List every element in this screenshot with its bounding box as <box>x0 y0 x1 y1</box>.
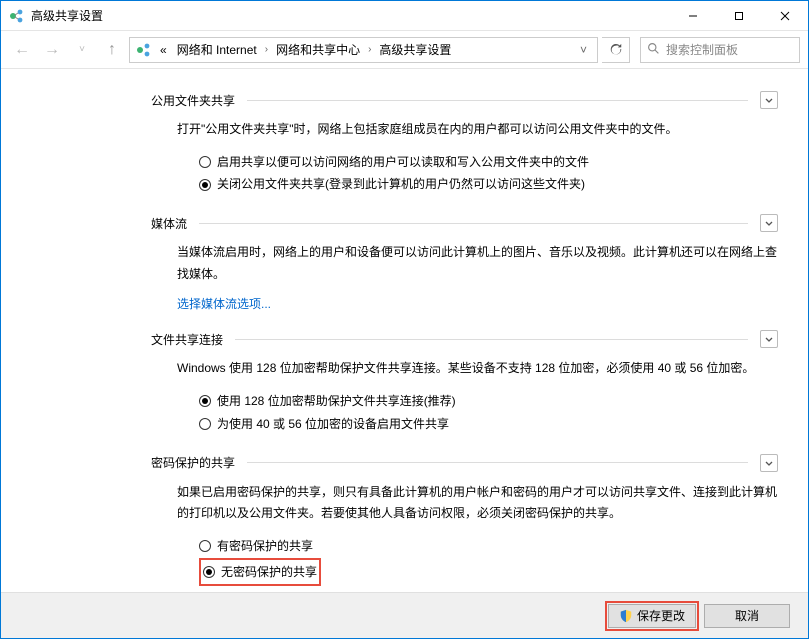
breadcrumb[interactable]: « 网络和 Internet › 网络和共享中心 › 高级共享设置 ˅ <box>129 37 598 63</box>
section-title: 文件共享连接 <box>151 331 223 348</box>
recent-dropdown[interactable]: ˅ <box>69 37 95 63</box>
shield-icon <box>619 609 633 623</box>
window-controls <box>670 1 808 30</box>
divider <box>199 223 748 224</box>
radio-label: 为使用 40 或 56 位加密的设备启用文件共享 <box>217 413 449 436</box>
search-icon <box>647 42 660 58</box>
section-title: 密码保护的共享 <box>151 454 235 471</box>
radio-label: 启用共享以便可以访问网络的用户可以读取和写入公用文件夹中的文件 <box>217 151 589 174</box>
section-title: 媒体流 <box>151 215 187 232</box>
refresh-button[interactable] <box>602 37 630 63</box>
radio-label: 关闭公用文件夹共享(登录到此计算机的用户仍然可以访问这些文件夹) <box>217 173 585 196</box>
collapse-button[interactable] <box>760 214 778 232</box>
main-content: 公用文件夹共享 打开"公用文件夹共享"时，网络上包括家庭组成员在内的用户都可以访… <box>1 69 808 592</box>
up-button[interactable]: ↑ <box>99 37 125 63</box>
radio-icon <box>199 395 211 407</box>
section-media: 媒体流 当媒体流启用时，网络上的用户和设备便可以访问此计算机上的图片、音乐以及视… <box>151 214 778 312</box>
radio-label: 有密码保护的共享 <box>217 535 313 558</box>
breadcrumb-item-1[interactable]: 网络和共享中心 <box>272 41 364 58</box>
cancel-button[interactable]: 取消 <box>704 604 790 628</box>
radio-icon <box>199 540 211 552</box>
collapse-button[interactable] <box>760 330 778 348</box>
minimize-button[interactable] <box>670 1 716 30</box>
radio-icon <box>199 156 211 168</box>
radio-label: 使用 128 位加密帮助保护文件共享连接(推荐) <box>217 390 456 413</box>
close-button[interactable] <box>762 1 808 30</box>
nav-bar: ← → ˅ ↑ « 网络和 Internet › 网络和共享中心 › 高级共享设… <box>1 31 808 69</box>
breadcrumb-item-0[interactable]: 网络和 Internet <box>173 41 261 58</box>
section-password: 密码保护的共享 如果已启用密码保护的共享，则只有具备此计算机的用户帐户和密码的用… <box>151 454 778 587</box>
section-desc: Windows 使用 128 位加密帮助保护文件共享连接。某些设备不支持 128… <box>177 358 778 380</box>
footer: 保存更改 取消 <box>1 592 808 638</box>
radio-public-on[interactable]: 启用共享以便可以访问网络的用户可以读取和写入公用文件夹中的文件 <box>199 151 778 174</box>
breadcrumb-dropdown[interactable]: ˅ <box>574 43 593 57</box>
section-desc: 如果已启用密码保护的共享，则只有具备此计算机的用户帐户和密码的用户才可以访问共享… <box>177 482 778 525</box>
radio-pw-off[interactable]: 无密码保护的共享 <box>199 558 321 587</box>
breadcrumb-icon <box>136 42 152 58</box>
radio-128bit[interactable]: 使用 128 位加密帮助保护文件共享连接(推荐) <box>199 390 778 413</box>
collapse-button[interactable] <box>760 454 778 472</box>
section-desc: 当媒体流启用时，网络上的用户和设备便可以访问此计算机上的图片、音乐以及视频。此计… <box>177 242 778 285</box>
button-label: 取消 <box>735 607 759 624</box>
search-placeholder: 搜索控制面板 <box>666 41 738 58</box>
app-icon <box>9 8 25 24</box>
radio-40-56bit[interactable]: 为使用 40 或 56 位加密的设备启用文件共享 <box>199 413 778 436</box>
radio-icon <box>199 179 211 191</box>
button-label: 保存更改 <box>637 607 685 624</box>
titlebar: 高级共享设置 <box>1 1 808 31</box>
chevron-right-icon: › <box>366 44 373 55</box>
radio-icon <box>199 418 211 430</box>
maximize-button[interactable] <box>716 1 762 30</box>
section-title: 公用文件夹共享 <box>151 92 235 109</box>
save-button[interactable]: 保存更改 <box>608 604 696 628</box>
radio-label: 无密码保护的共享 <box>221 561 317 584</box>
divider <box>247 100 748 101</box>
search-input[interactable]: 搜索控制面板 <box>640 37 800 63</box>
breadcrumb-prefix[interactable]: « <box>156 43 171 57</box>
section-desc: 打开"公用文件夹共享"时，网络上包括家庭组成员在内的用户都可以访问公用文件夹中的… <box>177 119 778 141</box>
chevron-right-icon: › <box>263 44 270 55</box>
radio-icon <box>203 566 215 578</box>
section-public-folder: 公用文件夹共享 打开"公用文件夹共享"时，网络上包括家庭组成员在内的用户都可以访… <box>151 91 778 196</box>
media-options-link[interactable]: 选择媒体流选项... <box>177 295 778 312</box>
divider <box>235 339 748 340</box>
radio-public-off[interactable]: 关闭公用文件夹共享(登录到此计算机的用户仍然可以访问这些文件夹) <box>199 173 778 196</box>
radio-pw-on[interactable]: 有密码保护的共享 <box>199 535 778 558</box>
section-file-conn: 文件共享连接 Windows 使用 128 位加密帮助保护文件共享连接。某些设备… <box>151 330 778 435</box>
window-title: 高级共享设置 <box>31 7 670 24</box>
divider <box>247 462 748 463</box>
forward-button[interactable]: → <box>39 37 65 63</box>
back-button[interactable]: ← <box>9 37 35 63</box>
breadcrumb-item-2[interactable]: 高级共享设置 <box>375 41 455 58</box>
collapse-button[interactable] <box>760 91 778 109</box>
